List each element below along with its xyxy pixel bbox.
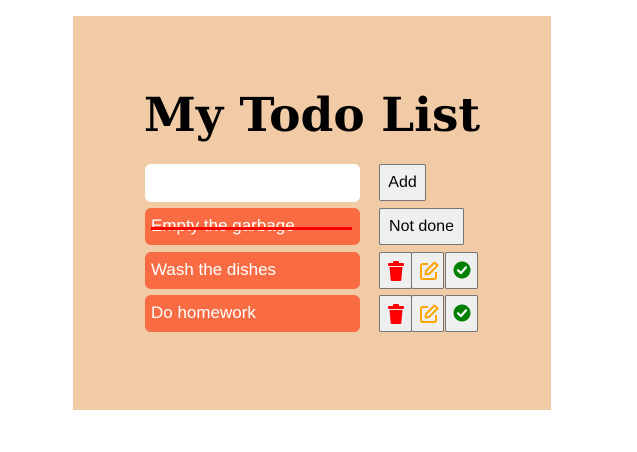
complete-button-3[interactable] bbox=[445, 295, 478, 332]
check-circle-icon bbox=[453, 304, 471, 322]
todo-item-1: Empty the garbage bbox=[145, 208, 360, 245]
todo-item-3: Do homework bbox=[145, 295, 360, 332]
strikethrough-line bbox=[151, 227, 352, 230]
edit-icon bbox=[420, 261, 439, 280]
not-done-button[interactable]: Not done bbox=[379, 208, 464, 245]
todo-text-1: Empty the garbage bbox=[151, 216, 295, 235]
edit-button-2[interactable] bbox=[411, 252, 444, 289]
todo-input[interactable] bbox=[145, 164, 360, 202]
todo-item-2: Wash the dishes bbox=[145, 252, 360, 289]
page-title: My Todo List bbox=[143, 88, 481, 143]
todo-text-3: Do homework bbox=[151, 303, 256, 322]
delete-button-2[interactable] bbox=[379, 252, 412, 289]
todo-text-2: Wash the dishes bbox=[151, 260, 277, 279]
edit-icon bbox=[420, 304, 439, 323]
trash-icon bbox=[388, 304, 404, 324]
trash-icon bbox=[388, 261, 404, 281]
add-button[interactable]: Add bbox=[379, 164, 426, 201]
edit-button-3[interactable] bbox=[411, 295, 444, 332]
check-circle-icon bbox=[453, 261, 471, 279]
complete-button-2[interactable] bbox=[445, 252, 478, 289]
delete-button-3[interactable] bbox=[379, 295, 412, 332]
